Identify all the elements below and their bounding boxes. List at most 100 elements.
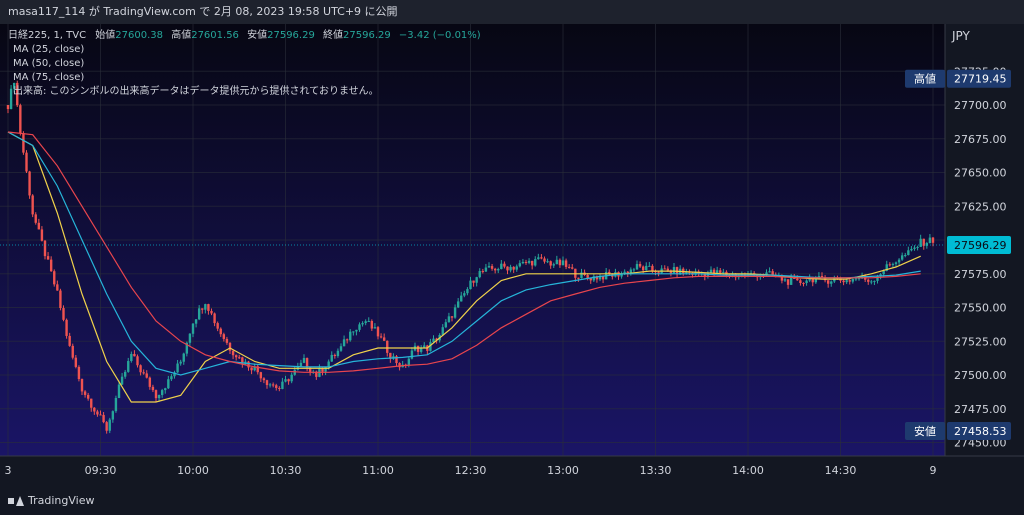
candle-body — [31, 195, 34, 215]
tradingview-logo[interactable]: TradingView — [8, 494, 94, 507]
candle-body — [139, 365, 142, 373]
legend-low-label: 安値 — [247, 28, 267, 41]
candle-body — [719, 270, 722, 273]
price-tick-label: 27700.00 — [954, 99, 1007, 112]
candle-body — [247, 361, 250, 368]
candle-body — [19, 105, 22, 134]
candle-body — [43, 240, 47, 257]
price-tick-label: 27525.00 — [954, 335, 1007, 348]
candle-body — [506, 266, 509, 271]
candle-body — [219, 328, 222, 335]
candle-body — [453, 307, 457, 318]
candle-body — [56, 284, 59, 291]
candle-body — [571, 267, 574, 269]
candle-body — [86, 394, 90, 399]
candle-body — [231, 350, 235, 356]
candle-body — [796, 278, 799, 281]
candle-body — [870, 281, 873, 283]
chart-area[interactable]: 27725.0027700.0027675.0027650.0027625.00… — [0, 24, 1024, 486]
time-tick-label: 14:30 — [825, 464, 857, 477]
legend-ma50[interactable]: MA (50, close) — [13, 58, 84, 69]
candle-body — [9, 88, 13, 110]
candle-body — [478, 271, 481, 278]
candle-body — [74, 357, 78, 367]
candle-body — [651, 265, 654, 271]
candle-body — [99, 414, 102, 416]
candle-body — [805, 280, 808, 284]
candle-body — [484, 267, 488, 272]
candle-body — [919, 238, 922, 247]
candle-body — [71, 345, 74, 358]
candle-body — [851, 279, 855, 282]
candle-body — [188, 333, 192, 343]
candle-body — [663, 268, 666, 270]
candle-body — [641, 266, 645, 271]
legend-ma75[interactable]: MA (75, close) — [13, 72, 84, 83]
candle-body — [370, 321, 374, 329]
candle-body — [472, 280, 475, 283]
candle-body — [287, 379, 290, 382]
legend-volume-note: 出来高: このシンボルの出来高データはデータ提供元から提供されておりません。 — [13, 84, 379, 97]
candle-body — [910, 248, 913, 251]
price-chart[interactable]: 27725.0027700.0027675.0027650.0027625.00… — [0, 24, 1024, 486]
candle-body — [123, 371, 127, 377]
legend-high-label: 高値 — [171, 28, 191, 41]
candle-body — [441, 327, 444, 335]
time-tick-label: 10:30 — [270, 464, 302, 477]
candle-body — [117, 384, 121, 399]
candle-body — [561, 260, 565, 266]
legend-ma25[interactable]: MA (25, close) — [13, 44, 84, 55]
candle-body — [873, 280, 876, 282]
candle-body — [497, 269, 500, 271]
candle-body — [130, 353, 133, 362]
candle-body — [114, 398, 118, 412]
candle-body — [931, 237, 935, 243]
candle-body — [635, 264, 639, 270]
candle-body — [379, 336, 383, 338]
currency-label: JPY — [951, 29, 971, 43]
candle-body — [148, 377, 152, 387]
candle-body — [928, 237, 932, 244]
price-tick-label: 27550.00 — [954, 302, 1007, 315]
candle-body — [512, 266, 515, 270]
candle-body — [49, 259, 53, 272]
candle-body — [46, 256, 50, 260]
candle-body — [336, 350, 340, 357]
candle-body — [342, 339, 346, 347]
footer: TradingView — [0, 486, 1024, 515]
candle-body — [160, 390, 164, 395]
candle-body — [127, 361, 130, 372]
price-badge-label: 高値 — [914, 72, 936, 86]
legend-symbol: 日経225, 1, TVC — [8, 28, 86, 41]
price-badge-value: 27596.29 — [954, 239, 1007, 252]
time-tick-label: 14:00 — [732, 464, 764, 477]
candle-body — [133, 353, 136, 357]
candle-body — [666, 268, 670, 271]
candle-body — [164, 388, 167, 391]
candle-body — [216, 323, 219, 329]
candle-body — [555, 259, 559, 265]
candle-body — [207, 304, 210, 311]
candle-body — [197, 308, 201, 320]
time-axis-background — [0, 456, 1024, 486]
candle-body — [28, 171, 31, 196]
candle-body — [358, 324, 361, 330]
candle-body — [102, 414, 105, 423]
candle-body — [25, 152, 28, 172]
candle-body — [842, 280, 845, 283]
candle-body — [558, 259, 562, 266]
candle-body — [382, 337, 386, 341]
candle-body — [77, 366, 81, 380]
time-tick-label: 09:30 — [85, 464, 117, 477]
candle-body — [105, 422, 108, 431]
candle-body — [648, 265, 651, 267]
tradingview-logo-icon — [8, 495, 24, 506]
candle-body — [518, 263, 522, 267]
candle-body — [154, 390, 158, 399]
candle-body — [913, 247, 916, 249]
candle-body — [68, 335, 71, 346]
candle-body — [170, 376, 173, 380]
candle-body — [552, 264, 555, 266]
candle-body — [623, 271, 626, 274]
candle-body — [848, 280, 851, 282]
